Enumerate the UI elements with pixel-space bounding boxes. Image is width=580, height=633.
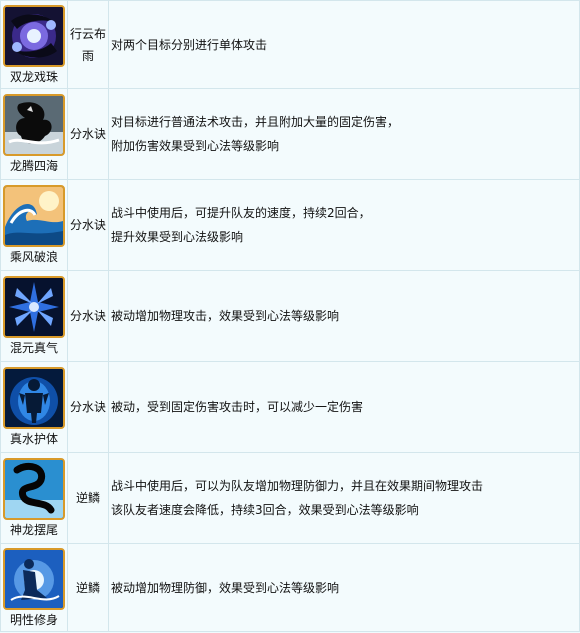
skill-school-cell: 行云布 雨 bbox=[67, 0, 109, 89]
skill-description: 提升效果受到心法级影响 bbox=[111, 230, 244, 244]
skill-description: 战斗中使用后，可以为队友增加物理防御力，并且在效果期间物理攻击 bbox=[111, 479, 484, 493]
skill-description: 对目标进行普通法术攻击，并且附加大量的固定伤害， bbox=[111, 115, 400, 129]
skill-name: 双龙戏珠 bbox=[9, 69, 58, 84]
wave-icon bbox=[3, 185, 65, 247]
skill-description-cell: 战斗中使用后，可提升队友的速度，持续2回合， 提升效果受到心法级影响 bbox=[108, 179, 580, 271]
skill-school: 行云布 bbox=[69, 26, 106, 41]
skill-name: 神龙摆尾 bbox=[9, 523, 58, 537]
skill-school: 分水诀 bbox=[69, 218, 106, 232]
skill-icon-cell: 乘风破浪 bbox=[0, 179, 68, 271]
skill-icon-cell: 龙腾四海 bbox=[0, 88, 68, 180]
skill-school-cell: 分水诀 bbox=[67, 270, 109, 362]
skill-school-cell: 分水诀 bbox=[67, 179, 109, 271]
table-row: 龙腾四海 分水诀 对目标进行普通法术攻击，并且附加大量的固定伤害， 附加伤害效果… bbox=[0, 88, 580, 180]
skill-description: 附加伤害效果受到心法等级影响 bbox=[111, 139, 280, 153]
skill-school: 分水诀 bbox=[69, 400, 106, 414]
skill-school-cell: 逆鳞 bbox=[67, 452, 109, 544]
crystal-burst-icon bbox=[3, 276, 65, 338]
dragon-tail-icon bbox=[3, 458, 65, 520]
skill-description: 被动，受到固定伤害攻击时，可以减少一定伤害 bbox=[111, 400, 364, 414]
water-guard-icon bbox=[3, 367, 65, 429]
skill-description: 战斗中使用后，可提升队友的速度，持续2回合， bbox=[111, 206, 371, 220]
table-row: 明性修身 逆鳞 被动增加物理防御，效果受到心法等级影响 bbox=[0, 543, 580, 632]
skill-name: 明性修身 bbox=[9, 612, 58, 627]
skill-description-cell: 对两个目标分别进行单体攻击 bbox=[108, 0, 580, 89]
skill-description: 被动增加物理防御，效果受到心法等级影响 bbox=[111, 580, 340, 595]
skill-icon-cell: 真水护体 bbox=[0, 361, 68, 453]
table-row: 乘风破浪 分水诀 战斗中使用后，可提升队友的速度，持续2回合， 提升效果受到心法… bbox=[0, 179, 580, 271]
dragon-sea-icon bbox=[3, 94, 65, 156]
skill-school-cell: 分水诀 bbox=[67, 361, 109, 453]
skill-name: 真水护体 bbox=[9, 432, 58, 446]
table-row: 真水护体 分水诀 被动，受到固定伤害攻击时，可以减少一定伤害 bbox=[0, 361, 580, 453]
skill-school-cell: 分水诀 bbox=[67, 88, 109, 180]
skill-name: 龙腾四海 bbox=[9, 159, 58, 173]
skill-school-line2: 雨 bbox=[81, 48, 94, 63]
skill-icon-cell: 双龙戏珠 bbox=[0, 0, 68, 89]
table-row: 双龙戏珠 行云布 雨 对两个目标分别进行单体攻击 bbox=[0, 0, 580, 89]
skill-school-cell: 逆鳞 bbox=[67, 543, 109, 632]
skill-name: 乘风破浪 bbox=[9, 250, 58, 264]
skill-school: 逆鳞 bbox=[75, 491, 100, 505]
skill-icon-cell: 明性修身 bbox=[0, 543, 68, 632]
skill-description-cell: 被动增加物理防御，效果受到心法等级影响 bbox=[108, 543, 580, 632]
skill-description: 被动增加物理攻击，效果受到心法等级影响 bbox=[111, 309, 340, 323]
skill-name: 混元真气 bbox=[9, 341, 58, 355]
skill-description-cell: 战斗中使用后，可以为队友增加物理防御力，并且在效果期间物理攻击 该队友者速度会降… bbox=[108, 452, 580, 544]
skill-description-cell: 被动增加物理攻击，效果受到心法等级影响 bbox=[108, 270, 580, 362]
table-row: 混元真气 分水诀 被动增加物理攻击，效果受到心法等级影响 bbox=[0, 270, 580, 362]
skill-icon-cell: 混元真气 bbox=[0, 270, 68, 362]
skill-description: 该队友者速度会降低，持续3回合，效果受到心法等级影响 bbox=[111, 503, 419, 517]
meditation-icon bbox=[3, 547, 65, 610]
skill-description-cell: 被动，受到固定伤害攻击时，可以减少一定伤害 bbox=[108, 361, 580, 453]
skill-icon-cell: 神龙摆尾 bbox=[0, 452, 68, 544]
skills-table: 双龙戏珠 行云布 雨 对两个目标分别进行单体攻击 龙腾四海 分水诀 对目标进行普… bbox=[0, 0, 580, 632]
skill-school: 分水诀 bbox=[69, 309, 106, 323]
twin-dragon-pearl-icon bbox=[3, 4, 65, 67]
skill-school: 分水诀 bbox=[69, 127, 106, 141]
table-row: 神龙摆尾 逆鳞 战斗中使用后，可以为队友增加物理防御力，并且在效果期间物理攻击 … bbox=[0, 452, 580, 544]
skill-description-cell: 对目标进行普通法术攻击，并且附加大量的固定伤害， 附加伤害效果受到心法等级影响 bbox=[108, 88, 580, 180]
skill-description: 对两个目标分别进行单体攻击 bbox=[111, 37, 268, 52]
skill-school: 逆鳞 bbox=[75, 580, 100, 595]
